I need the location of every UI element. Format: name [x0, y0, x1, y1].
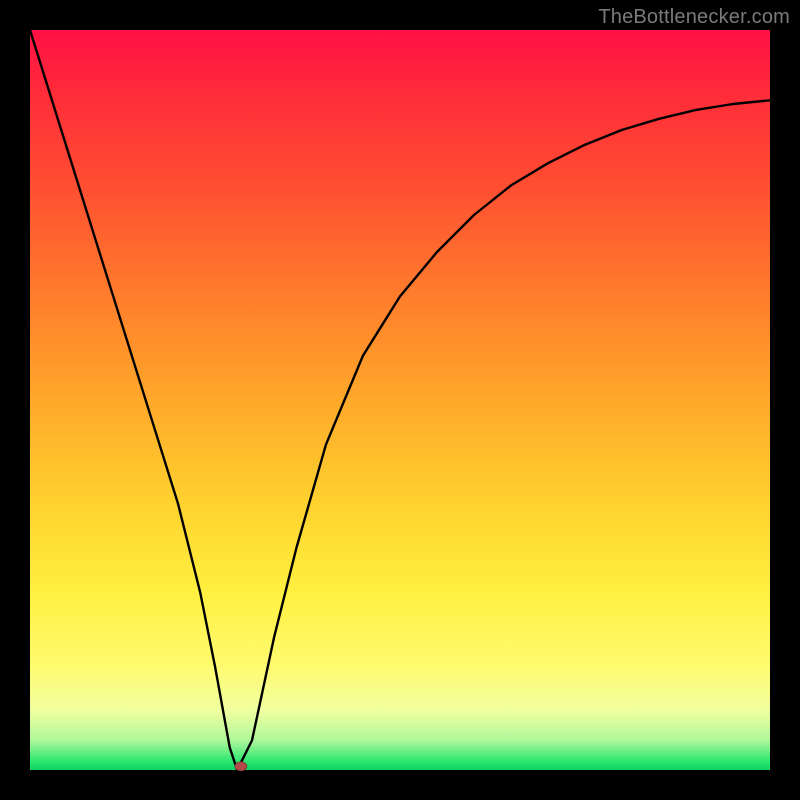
curve-svg — [30, 30, 770, 770]
optimal-point-marker — [235, 762, 247, 771]
bottleneck-curve — [30, 30, 770, 770]
watermark-text: TheBottlenecker.com — [598, 6, 790, 29]
plot-area — [30, 30, 770, 770]
chart-frame: TheBottlenecker.com — [0, 0, 800, 800]
